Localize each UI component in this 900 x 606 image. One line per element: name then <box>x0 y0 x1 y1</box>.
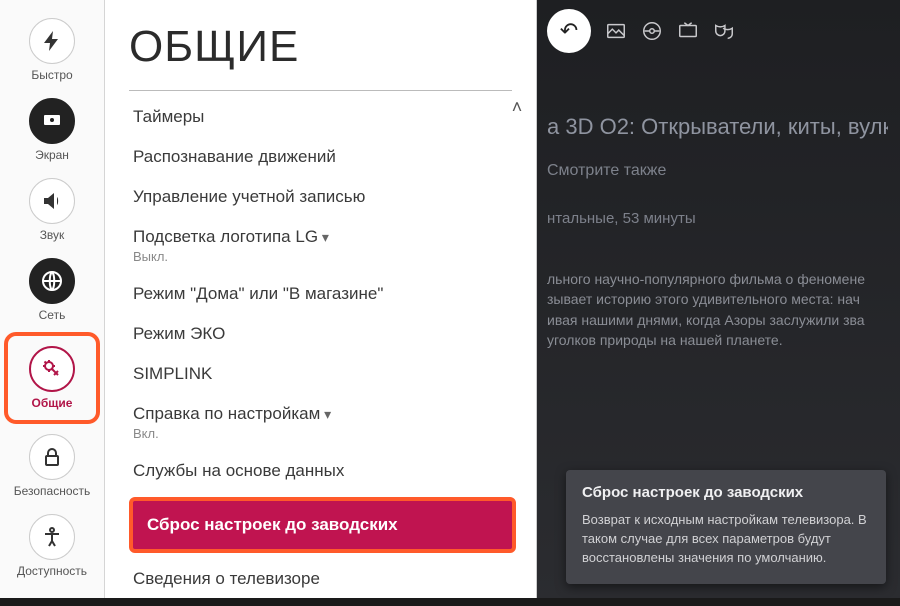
sidebar-item-label: Звук <box>40 228 65 242</box>
sidebar-item-label: Общие <box>32 396 73 410</box>
background-content: ↶ a 3D O2: Открыватели, киты, вулк Смотр… <box>537 0 900 606</box>
back-button[interactable]: ↶ <box>547 9 591 53</box>
screen-icon <box>29 98 75 144</box>
sidebar-item-picture[interactable]: Экран <box>4 90 100 170</box>
tooltip-title: Сброс настроек до заводских <box>582 484 870 501</box>
row-label: Сведения о телевизоре <box>133 569 512 589</box>
bg-see-also[interactable]: Смотрите также <box>547 162 888 180</box>
row-label: SIMPLINK <box>133 364 512 384</box>
row-tv-info[interactable]: Сведения о телевизоре <box>129 559 516 599</box>
masks-icon[interactable] <box>713 20 735 42</box>
row-data-services[interactable]: Службы на основе данных <box>129 451 516 491</box>
row-label: Распознавание движений <box>133 147 512 167</box>
row-label: Сброс настроек до заводских <box>147 515 398 534</box>
sidebar-item-label: Экран <box>35 148 69 162</box>
row-label: Службы на основе данных <box>133 461 512 481</box>
sidebar-item-security[interactable]: Безопасность <box>4 426 100 506</box>
back-arrow-icon: ↶ <box>560 18 578 44</box>
sidebar-item-quick[interactable]: Быстро <box>4 10 100 90</box>
panel-divider <box>129 90 512 91</box>
bg-desc-line: уголков природы на нашей планете. <box>547 330 888 350</box>
bolt-icon <box>29 18 75 64</box>
row-label: Справка по настройкам <box>133 404 512 424</box>
bg-description: льного научно-популярного фильма о феном… <box>547 269 888 350</box>
bg-desc-line: ивая нашими днями, когда Азоры заслужили… <box>547 310 888 330</box>
row-label: Управление учетной записью <box>133 187 512 207</box>
sidebar-item-network[interactable]: Сеть <box>4 250 100 330</box>
row-label: Режим ЭКО <box>133 324 512 344</box>
bg-program-title: a 3D O2: Открыватели, киты, вулк <box>547 114 888 140</box>
tooltip-body: Возврат к исходным настройкам телевизора… <box>582 511 870 568</box>
tv-icon[interactable] <box>677 20 699 42</box>
sidebar-item-sound[interactable]: Звук <box>4 170 100 250</box>
accessibility-icon <box>29 514 75 560</box>
help-tooltip: Сброс настроек до заводских Возврат к ис… <box>566 470 886 584</box>
panel-list: ˄ Таймеры Распознавание движений Управле… <box>105 97 536 606</box>
settings-panel: ОБЩИЕ ˄ Таймеры Распознавание движений У… <box>105 0 537 606</box>
speaker-icon <box>29 178 75 224</box>
lock-icon <box>29 434 75 480</box>
sidebar: Быстро Экран Звук Сеть <box>0 0 105 606</box>
row-sub: Вкл. <box>133 426 512 441</box>
disc-icon[interactable] <box>641 20 663 42</box>
bg-desc-line: льного научно-популярного фильма о феном… <box>547 269 888 289</box>
sidebar-item-accessibility[interactable]: Доступность <box>4 506 100 586</box>
row-account-management[interactable]: Управление учетной записью <box>129 177 516 217</box>
row-label: Таймеры <box>133 107 512 127</box>
bg-topbar: ↶ <box>547 8 888 54</box>
bg-desc-line: зывает историю этого удивительного места… <box>547 289 888 309</box>
sidebar-item-general-highlight: Общие <box>4 332 100 424</box>
sidebar-item-label: Сеть <box>39 308 66 322</box>
sidebar-item-label: Доступность <box>17 564 87 578</box>
row-timers[interactable]: Таймеры <box>129 97 516 137</box>
gear-wrench-icon <box>29 346 75 392</box>
panel-title: ОБЩИЕ <box>105 0 536 90</box>
tv-frame-edge <box>0 598 900 606</box>
row-homestore-mode[interactable]: Режим "Дома" или "В магазине" <box>129 274 516 314</box>
row-factory-reset[interactable]: Сброс настроек до заводских <box>129 497 516 553</box>
row-label: Подсветка логотипа LG <box>133 227 512 247</box>
sidebar-item-label: Быстро <box>31 68 72 82</box>
scroll-up-button[interactable]: ˄ <box>506 97 528 119</box>
bg-meta: нтальные, 53 минуты <box>547 210 888 227</box>
photo-icon[interactable] <box>605 20 627 42</box>
row-eco-mode[interactable]: Режим ЭКО <box>129 314 516 354</box>
row-logo-backlight[interactable]: Подсветка логотипа LG Выкл. <box>129 217 516 274</box>
row-label: Режим "Дома" или "В магазине" <box>133 284 512 304</box>
row-motion-detection[interactable]: Распознавание движений <box>129 137 516 177</box>
row-sub: Выкл. <box>133 249 512 264</box>
globe-icon <box>29 258 75 304</box>
sidebar-item-general[interactable]: Общие <box>12 338 92 418</box>
row-simplink[interactable]: SIMPLINK <box>129 354 516 394</box>
row-settings-help[interactable]: Справка по настройкам Вкл. <box>129 394 516 451</box>
sidebar-item-label: Безопасность <box>14 484 91 498</box>
